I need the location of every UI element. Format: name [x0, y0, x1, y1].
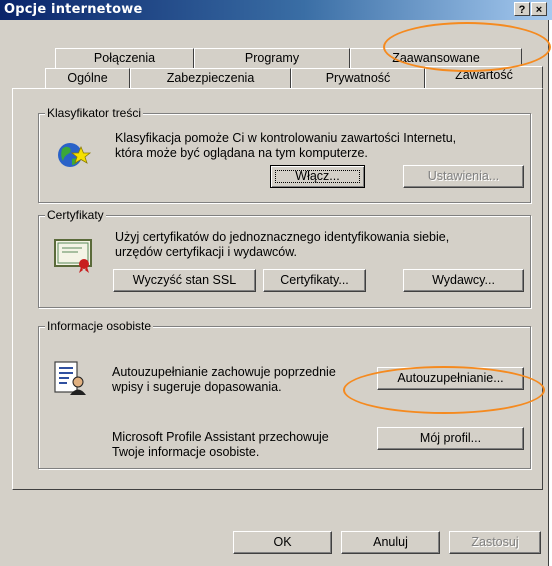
cancel-button[interactable]: Anuluj	[341, 531, 440, 554]
group-content-advisor: Klasyfikator treści Klasyfikacja pomoże …	[38, 106, 531, 203]
ok-button[interactable]: OK	[233, 531, 332, 554]
certificates-desc-1: Użyj certyfikatów do jednoznacznego iden…	[115, 230, 450, 244]
close-icon: ×	[535, 4, 543, 16]
tab-label: Połączenia	[93, 51, 156, 65]
enable-button[interactable]: Włącz...	[270, 165, 365, 188]
ok-button-label: OK	[273, 535, 292, 549]
settings-button[interactable]: Ustawienia...	[403, 165, 524, 188]
group-legend: Certyfikaty	[45, 208, 106, 222]
window-title: Opcje internetowe	[4, 2, 143, 17]
close-button[interactable]: ×	[531, 2, 547, 16]
tab-zabezpieczenia[interactable]: Zabezpieczenia	[130, 68, 291, 88]
group-certificates: Certyfikaty Użyj certyfikatów do jednozn…	[38, 208, 531, 308]
tab-label: Zabezpieczenia	[166, 71, 255, 85]
autocomplete-button-label: Autouzupełnianie...	[397, 371, 504, 385]
profile-desc-2: Twoje informacje osobiste.	[112, 445, 260, 459]
group-legend: Klasyfikator treści	[45, 106, 144, 120]
my-profile-button-label: Mój profil...	[419, 431, 482, 445]
content-advisor-desc-1: Klasyfikacja pomoże Ci w kontrolowaniu z…	[115, 131, 457, 145]
title-bar[interactable]: Opcje internetowe ? ×	[0, 0, 552, 20]
group-legend: Informacje osobiste	[45, 319, 154, 333]
profile-desc-1: Microsoft Profile Assistant przechowuje	[112, 430, 329, 444]
certificates-button[interactable]: Certyfikaty...	[263, 269, 366, 292]
tab-label: Zawartość	[455, 68, 513, 82]
tab-panel-zawartosc: Klasyfikator treści Klasyfikacja pomoże …	[12, 88, 543, 490]
certificates-desc-2: urzędów certyfikacji i wydawców.	[115, 245, 298, 259]
tab-programy[interactable]: Programy	[194, 48, 350, 68]
autocomplete-desc-1: Autouzupełnianie zachowuje poprzednie	[112, 365, 336, 379]
help-button[interactable]: ?	[514, 2, 530, 16]
help-icon: ?	[518, 4, 526, 16]
certificates-button-label: Certyfikaty...	[280, 273, 349, 287]
tab-prywatnosc[interactable]: Prywatność	[291, 68, 425, 88]
clear-ssl-button[interactable]: Wyczyść stan SSL	[113, 269, 256, 292]
cancel-button-label: Anuluj	[373, 535, 408, 549]
tab-zawartosc[interactable]: Zawartość	[425, 66, 543, 88]
clear-ssl-button-label: Wyczyść stan SSL	[132, 273, 237, 287]
tab-label: Programy	[244, 51, 300, 65]
autocomplete-desc-2: wpisy i sugeruje dopasowania.	[112, 380, 282, 394]
tab-label: Ogólne	[67, 71, 108, 85]
tab-label: Zaawansowane	[392, 51, 480, 65]
tab-ogolne[interactable]: Ogólne	[45, 68, 130, 88]
my-profile-button[interactable]: Mój profil...	[377, 427, 524, 450]
autocomplete-button[interactable]: Autouzupełnianie...	[377, 367, 524, 390]
enable-button-label: Włącz...	[295, 169, 340, 183]
publishers-button[interactable]: Wydawcy...	[403, 269, 524, 292]
profile-card-icon	[54, 361, 86, 395]
content-advisor-globe-star-icon	[58, 143, 92, 167]
group-personal-info: Informacje osobiste Autouzupełnianie zac…	[38, 319, 531, 469]
apply-button[interactable]: Zastosuj	[449, 531, 541, 554]
content-advisor-desc-2: która może być oglądana na tym komputerz…	[115, 146, 368, 160]
apply-button-label: Zastosuj	[471, 535, 519, 549]
certificate-icon	[54, 239, 92, 273]
dialog-window: Opcje internetowe ? × Połączenia Program…	[0, 0, 552, 566]
settings-button-label: Ustawienia...	[427, 169, 500, 183]
tab-polaczenia[interactable]: Połączenia	[55, 48, 194, 68]
tab-label: Prywatność	[325, 71, 391, 85]
tab-zaawansowane[interactable]: Zaawansowane	[350, 48, 522, 68]
publishers-button-label: Wydawcy...	[432, 273, 495, 287]
